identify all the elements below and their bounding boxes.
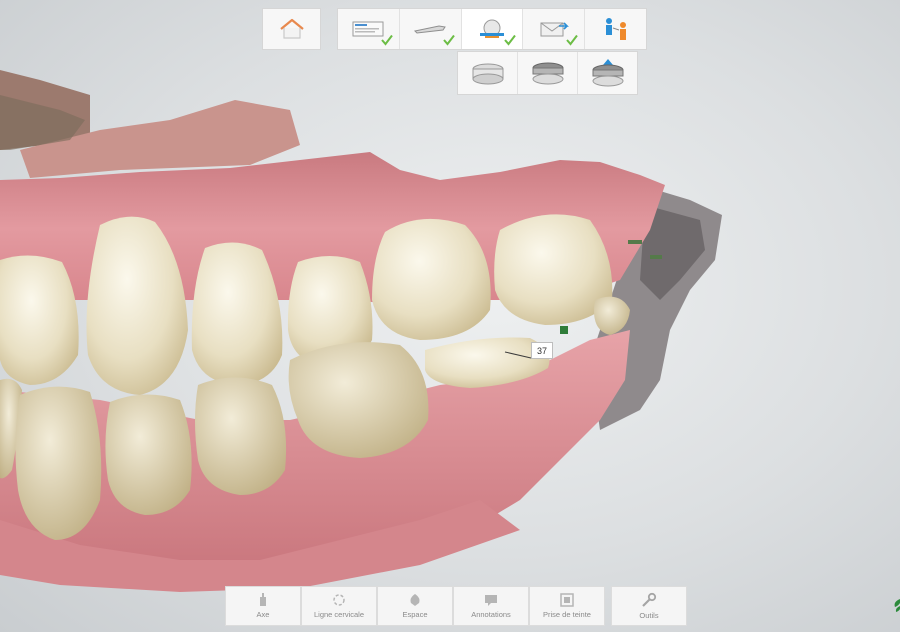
substep-occlusion[interactable] <box>518 52 578 94</box>
upper-tooth <box>0 255 79 385</box>
spacer-icon <box>410 594 420 606</box>
send-envelope-icon <box>540 22 569 37</box>
annotations-tool-button[interactable]: Annotations <box>453 586 529 626</box>
analysis-substeps-bar <box>457 51 638 95</box>
workflow-steps-bar <box>337 8 647 50</box>
axe-tool-button[interactable]: Axe <box>225 586 301 626</box>
bite-alignment-icon <box>592 59 623 87</box>
check-icon <box>504 34 517 46</box>
model-analysis-icon <box>479 19 504 38</box>
prise-de-teinte-tool-button[interactable]: Prise de teinte <box>529 586 605 626</box>
ligne-cervicale-tool-button[interactable]: Ligne cervicale <box>301 586 377 626</box>
bottom-toolbar: Axe Ligne cervicale Espace Annotations P… <box>225 586 687 626</box>
substep-bite-alignment[interactable] <box>578 52 637 94</box>
house-icon <box>279 18 304 39</box>
tool-label: Annotations <box>471 610 511 619</box>
tool-label: Outils <box>639 611 659 620</box>
shade-icon <box>560 593 574 607</box>
brand-leaf-icon <box>894 599 900 612</box>
tool-label: Ligne cervicale <box>313 610 365 619</box>
dental-scan-3d-view[interactable] <box>0 0 900 632</box>
home-button[interactable] <box>262 8 321 50</box>
tooth-number-label[interactable]: 37 <box>531 342 553 359</box>
step-scan[interactable] <box>400 9 462 49</box>
step-prescription[interactable] <box>338 9 400 49</box>
margin-marker <box>650 255 662 259</box>
outils-tool-button[interactable]: Outils <box>611 586 687 626</box>
tool-label: Espace <box>402 610 428 619</box>
margin-marker <box>628 240 642 244</box>
tool-label: Prise de teinte <box>543 610 591 619</box>
step-model-analysis[interactable] <box>461 9 524 49</box>
step-send[interactable] <box>523 9 586 49</box>
check-icon <box>566 34 578 46</box>
jaw-model-icon <box>472 63 503 85</box>
occlusion-model-icon <box>532 62 563 85</box>
substep-jaw-model[interactable] <box>458 52 518 94</box>
lower-tooth <box>195 377 287 495</box>
tool-label: Axe <box>256 610 270 619</box>
lower-tooth <box>15 386 102 540</box>
prescription-form-icon <box>352 21 384 37</box>
upper-tooth <box>372 218 491 340</box>
axis-icon <box>260 593 266 606</box>
margin-marker <box>560 326 568 334</box>
annotation-icon <box>485 595 497 606</box>
lower-tooth <box>105 394 192 515</box>
espace-tool-button[interactable]: Espace <box>377 586 453 626</box>
check-icon <box>442 34 455 46</box>
margin-line-icon <box>333 594 345 606</box>
wrench-icon <box>642 592 657 607</box>
check-icon <box>381 34 393 46</box>
step-lab-transfer[interactable] <box>585 9 646 49</box>
lab-transfer-icon <box>605 18 626 40</box>
